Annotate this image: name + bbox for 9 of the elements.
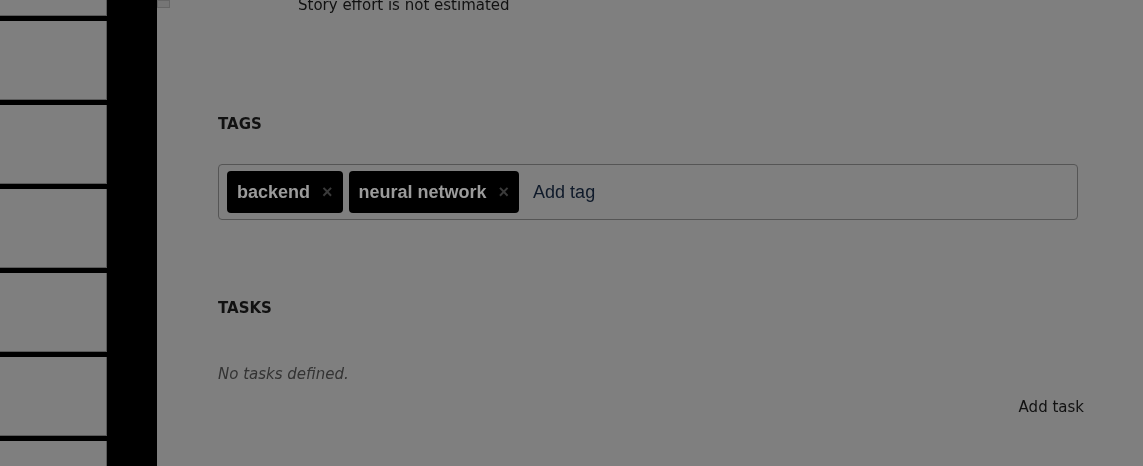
section-heading: TASKS <box>218 299 272 317</box>
remove-tag-button[interactable]: × <box>322 181 333 203</box>
tag-label: backend <box>237 181 311 203</box>
add-task-button[interactable]: Add task <box>1018 398 1084 416</box>
empty-message: No tasks defined. <box>218 365 349 383</box>
remove-tag-button[interactable]: × <box>498 181 510 203</box>
section-heading: TAGS <box>218 115 262 133</box>
add-tag-input[interactable]: Add tag <box>525 181 1069 203</box>
tag-label: neural network <box>358 181 487 203</box>
